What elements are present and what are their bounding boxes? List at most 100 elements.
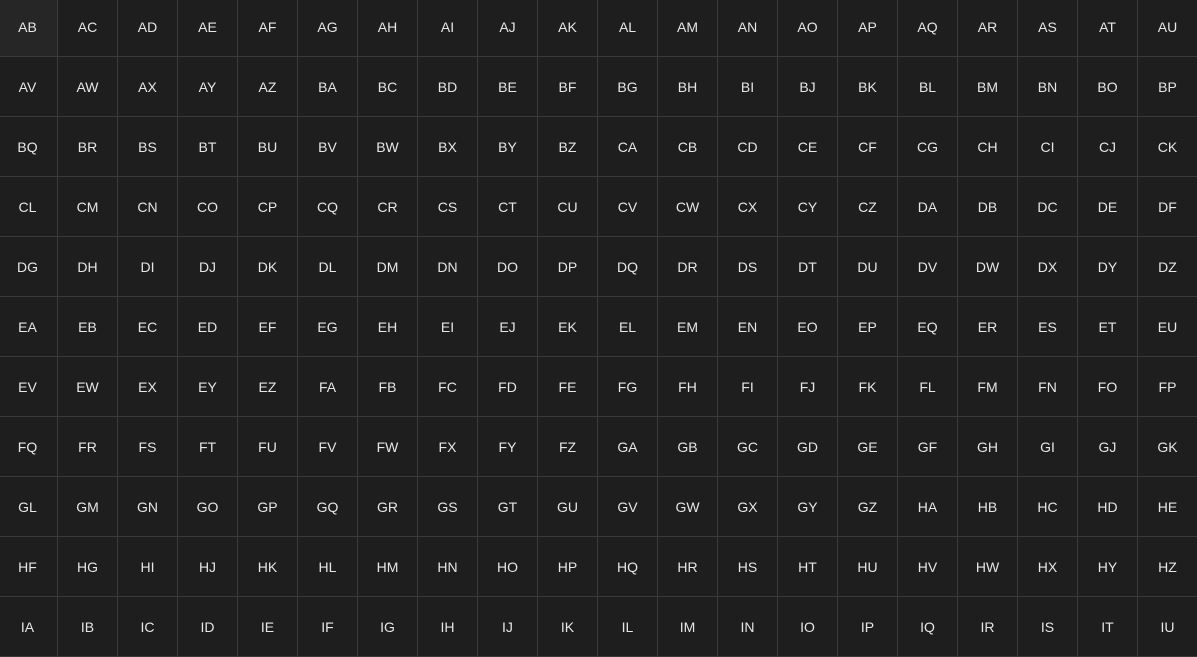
grid-cell[interactable]: BY [478,117,538,177]
grid-cell[interactable]: GQ [298,477,358,537]
grid-cell[interactable]: EW [58,357,118,417]
grid-cell[interactable]: HK [238,537,298,597]
grid-cell[interactable]: BN [1018,57,1078,117]
grid-cell[interactable]: FI [718,357,778,417]
grid-cell[interactable]: CE [778,117,838,177]
grid-cell[interactable]: HI [118,537,178,597]
grid-cell[interactable]: BI [718,57,778,117]
grid-cell[interactable]: IR [958,597,1018,657]
grid-cell[interactable]: GN [118,477,178,537]
grid-cell[interactable]: HT [778,537,838,597]
grid-cell[interactable]: DT [778,237,838,297]
grid-cell[interactable]: GT [478,477,538,537]
grid-cell[interactable]: AX [118,57,178,117]
grid-cell[interactable]: ED [178,297,238,357]
grid-cell[interactable]: IP [838,597,898,657]
grid-cell[interactable]: GM [58,477,118,537]
grid-cell[interactable]: HC [1018,477,1078,537]
grid-cell[interactable]: GW [658,477,718,537]
grid-cell[interactable]: BZ [538,117,598,177]
grid-cell[interactable]: AF [238,0,298,57]
grid-cell[interactable]: HQ [598,537,658,597]
grid-cell[interactable]: EA [0,297,58,357]
grid-cell[interactable]: HF [0,537,58,597]
grid-cell[interactable]: GJ [1078,417,1138,477]
grid-cell[interactable]: BJ [778,57,838,117]
grid-cell[interactable]: EY [178,357,238,417]
grid-cell[interactable]: AP [838,0,898,57]
grid-cell[interactable]: CL [0,177,58,237]
grid-cell[interactable]: CW [658,177,718,237]
grid-cell[interactable]: IM [658,597,718,657]
grid-cell[interactable]: EC [118,297,178,357]
grid-cell[interactable]: DL [298,237,358,297]
grid-cell[interactable]: IO [778,597,838,657]
grid-cell[interactable]: CA [598,117,658,177]
grid-cell[interactable]: HX [1018,537,1078,597]
grid-cell[interactable]: FN [1018,357,1078,417]
grid-cell[interactable]: IQ [898,597,958,657]
grid-cell[interactable]: FK [838,357,898,417]
grid-cell[interactable]: AC [58,0,118,57]
grid-cell[interactable]: GR [358,477,418,537]
grid-cell[interactable]: IB [58,597,118,657]
grid-cell[interactable]: BK [838,57,898,117]
grid-cell[interactable]: FB [358,357,418,417]
grid-cell[interactable]: IJ [478,597,538,657]
grid-cell[interactable]: DW [958,237,1018,297]
grid-cell[interactable]: DM [358,237,418,297]
grid-cell[interactable]: AW [58,57,118,117]
grid-cell[interactable]: AB [0,0,58,57]
grid-cell[interactable]: BH [658,57,718,117]
grid-cell[interactable]: GZ [838,477,898,537]
grid-cell[interactable]: CB [658,117,718,177]
grid-cell[interactable]: DY [1078,237,1138,297]
grid-cell[interactable]: BE [478,57,538,117]
grid-cell[interactable]: EI [418,297,478,357]
grid-cell[interactable]: BM [958,57,1018,117]
grid-cell[interactable]: IT [1078,597,1138,657]
grid-cell[interactable]: FU [238,417,298,477]
grid-cell[interactable]: GK [1138,417,1197,477]
grid-cell[interactable]: BF [538,57,598,117]
grid-cell[interactable]: ID [178,597,238,657]
grid-cell[interactable]: DO [478,237,538,297]
grid-cell[interactable]: DP [538,237,598,297]
grid-cell[interactable]: IL [598,597,658,657]
grid-cell[interactable]: FG [598,357,658,417]
grid-cell[interactable]: CQ [298,177,358,237]
grid-cell[interactable]: GP [238,477,298,537]
grid-cell[interactable]: HP [538,537,598,597]
grid-cell[interactable]: AN [718,0,778,57]
grid-cell[interactable]: BX [418,117,478,177]
grid-cell[interactable]: HG [58,537,118,597]
grid-cell[interactable]: CF [838,117,898,177]
grid-cell[interactable]: DA [898,177,958,237]
grid-cell[interactable]: FX [418,417,478,477]
grid-cell[interactable]: BU [238,117,298,177]
grid-cell[interactable]: HW [958,537,1018,597]
grid-cell[interactable]: CZ [838,177,898,237]
grid-cell[interactable]: IK [538,597,598,657]
grid-cell[interactable]: AV [0,57,58,117]
grid-cell[interactable]: HA [898,477,958,537]
grid-cell[interactable]: IG [358,597,418,657]
grid-cell[interactable]: HL [298,537,358,597]
grid-cell[interactable]: DU [838,237,898,297]
grid-cell[interactable]: BW [358,117,418,177]
grid-cell[interactable]: AU [1138,0,1197,57]
grid-cell[interactable]: DV [898,237,958,297]
grid-cell[interactable]: HN [418,537,478,597]
grid-cell[interactable]: GB [658,417,718,477]
grid-cell[interactable]: BA [298,57,358,117]
grid-cell[interactable]: EN [718,297,778,357]
grid-cell[interactable]: DG [0,237,58,297]
grid-cell[interactable]: HU [838,537,898,597]
grid-cell[interactable]: DC [1018,177,1078,237]
grid-cell[interactable]: GC [718,417,778,477]
grid-cell[interactable]: IC [118,597,178,657]
grid-cell[interactable]: AL [598,0,658,57]
grid-cell[interactable]: AG [298,0,358,57]
grid-cell[interactable]: DH [58,237,118,297]
grid-cell[interactable]: GX [718,477,778,537]
